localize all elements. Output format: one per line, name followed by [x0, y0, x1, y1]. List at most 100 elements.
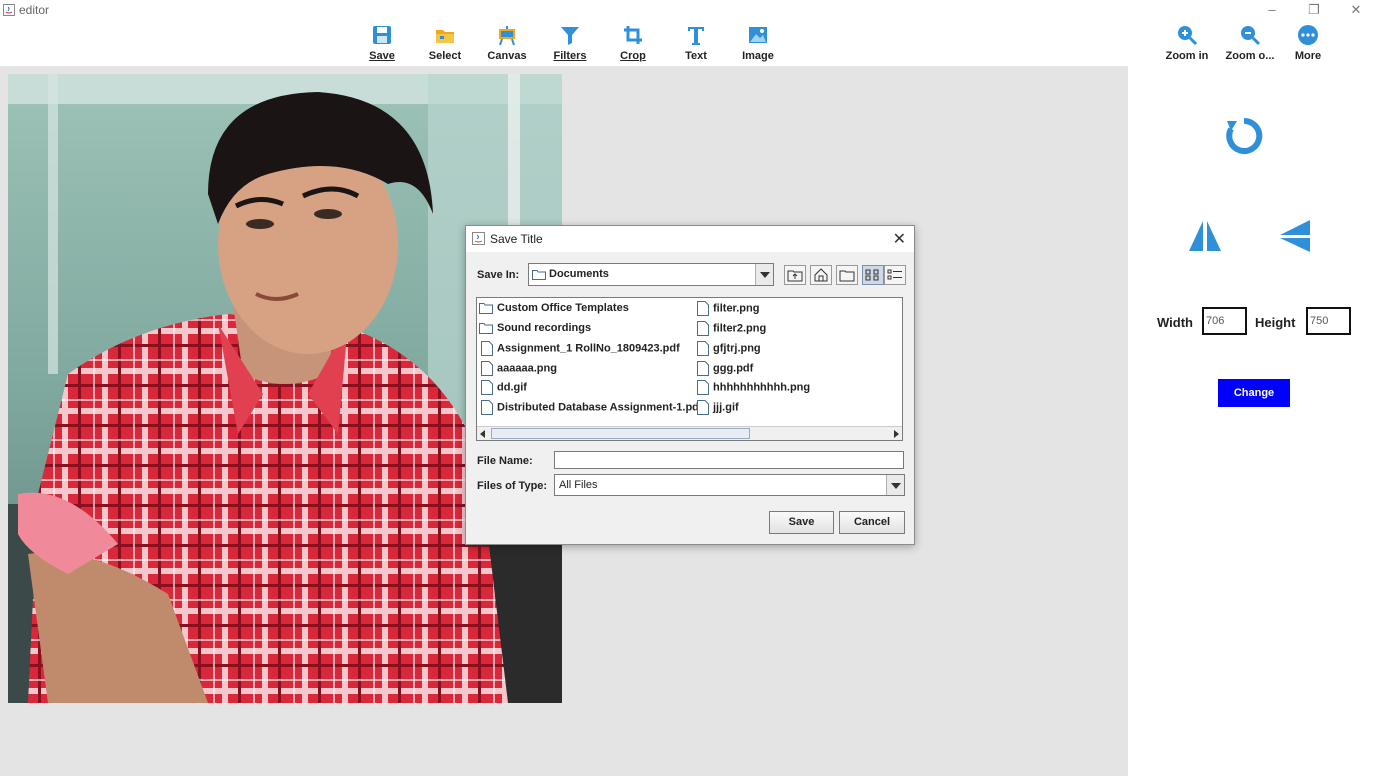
scroll-right-icon[interactable]: [894, 430, 899, 438]
home-button[interactable]: [810, 265, 832, 285]
change-button[interactable]: Change: [1218, 379, 1290, 407]
title-bar: editor – ❐ ✕: [0, 0, 1380, 20]
horizontal-scrollbar[interactable]: [477, 426, 902, 440]
save-icon: [373, 26, 391, 44]
flip-horizontal-icon[interactable]: [1188, 219, 1222, 253]
toolbar: Save Select Canvas Filters Crop Text Ima…: [0, 20, 1380, 66]
right-panel: Width 706 Height 750 Change: [1128, 66, 1380, 776]
file-icon: [697, 380, 709, 395]
list-item[interactable]: hhhhhhhhhhh.png: [697, 380, 810, 398]
files-of-type-value: All Files: [559, 479, 598, 491]
list-item[interactable]: Custom Office Templates: [479, 302, 629, 320]
details-view-button[interactable]: [884, 265, 906, 285]
details-view-icon: [887, 269, 902, 280]
text-tool-label: Text: [685, 50, 707, 62]
list-item[interactable]: gfjtrj.png: [697, 341, 761, 359]
new-folder-icon: [839, 270, 855, 282]
folder-icon: [479, 303, 493, 315]
dialog-title: Save Title: [490, 232, 543, 246]
width-label: Width: [1157, 315, 1193, 330]
dialog-close-icon[interactable]: ✕: [893, 229, 906, 249]
file-icon: [697, 321, 709, 336]
zoom-out-icon: [1241, 26, 1261, 46]
filters-tool-button[interactable]: Filters: [539, 20, 601, 66]
file-name-label: File Name:: [477, 455, 533, 467]
home-icon: [814, 268, 828, 282]
save-in-label: Save In:: [477, 269, 520, 281]
save-in-combo[interactable]: Documents: [528, 263, 774, 286]
width-input[interactable]: 706: [1202, 307, 1247, 335]
image-tool-label: Image: [742, 50, 774, 62]
list-view-icon: [865, 269, 879, 281]
close-window-button[interactable]: ✕: [1342, 1, 1370, 19]
canvas-tool-label: Canvas: [487, 50, 527, 62]
file-icon: [697, 361, 709, 376]
zoom-in-icon: [1178, 26, 1198, 46]
file-icon: [481, 400, 493, 415]
scroll-thumb[interactable]: [491, 428, 750, 439]
crop-icon: [624, 26, 642, 44]
java-dialog-icon: [472, 232, 485, 245]
zoom-out-label: Zoom o...: [1225, 50, 1275, 62]
file-icon: [481, 341, 493, 356]
save-button[interactable]: Save: [769, 511, 834, 534]
dialog-title-bar: Save Title ✕: [466, 226, 914, 252]
cancel-button[interactable]: Cancel: [839, 511, 905, 534]
save-tool-label: Save: [369, 50, 395, 62]
image-icon: [749, 27, 767, 43]
list-view-button[interactable]: [862, 265, 884, 285]
canvas-tool-button[interactable]: Canvas: [476, 20, 538, 66]
list-item[interactable]: filter2.png: [697, 321, 766, 339]
more-label: More: [1294, 50, 1322, 62]
new-folder-button[interactable]: [836, 265, 858, 285]
image-tool-button[interactable]: Image: [727, 20, 789, 66]
list-item[interactable]: Assignment_1 RollNo_1809423.pdf: [481, 341, 680, 359]
filter-icon: [561, 27, 579, 45]
list-item[interactable]: Distributed Database Assignment-1.pdf: [481, 400, 703, 418]
minimize-button[interactable]: –: [1258, 1, 1286, 19]
maximize-button[interactable]: ❐: [1300, 1, 1328, 19]
files-of-type-dropdown-arrow[interactable]: [886, 475, 904, 495]
crop-tool-label: Crop: [620, 50, 646, 62]
folder-small-icon: [532, 270, 546, 280]
file-icon: [481, 380, 493, 395]
save-tool-button[interactable]: Save: [351, 20, 413, 66]
list-item[interactable]: ggg.pdf: [697, 361, 753, 379]
text-tool-button[interactable]: Text: [665, 20, 727, 66]
folder-icon: [479, 323, 493, 335]
list-item[interactable]: jjj.gif: [697, 400, 739, 418]
flip-vertical-icon[interactable]: [1278, 219, 1312, 253]
zoom-in-button[interactable]: Zoom in: [1156, 20, 1218, 66]
file-list[interactable]: Custom Office Templates Sound recordings…: [476, 297, 903, 441]
zoom-in-label: Zoom in: [1165, 50, 1209, 62]
save-dialog: Save Title ✕ Save In: Documents Custom O…: [465, 225, 915, 545]
file-icon: [481, 361, 493, 376]
zoom-out-button[interactable]: Zoom o...: [1219, 20, 1281, 66]
file-icon: [697, 400, 709, 415]
list-item[interactable]: filter.png: [697, 301, 759, 319]
scroll-left-icon[interactable]: [480, 430, 485, 438]
crop-tool-button[interactable]: Crop: [602, 20, 664, 66]
list-item[interactable]: aaaaaa.png: [481, 361, 557, 379]
canvas-icon: [499, 26, 515, 46]
file-icon: [697, 341, 709, 356]
height-input[interactable]: 750: [1306, 307, 1351, 335]
up-folder-icon: [787, 270, 803, 282]
rotate-icon[interactable]: [1225, 117, 1263, 155]
select-tool-button[interactable]: Select: [414, 20, 476, 66]
list-item[interactable]: Sound recordings: [479, 322, 591, 340]
editor-window: editor – ❐ ✕ Save Select Canvas Filters …: [0, 0, 1380, 776]
more-button[interactable]: More: [1277, 20, 1339, 66]
up-folder-button[interactable]: [784, 265, 806, 285]
files-of-type-label: Files of Type:: [477, 480, 548, 492]
save-in-dropdown-arrow[interactable]: [755, 264, 773, 285]
files-of-type-combo[interactable]: All Files: [554, 474, 905, 496]
text-icon: [688, 27, 704, 45]
file-name-input[interactable]: [554, 451, 904, 469]
java-app-icon: [3, 4, 15, 16]
list-item[interactable]: dd.gif: [481, 380, 527, 398]
filters-tool-label: Filters: [553, 50, 587, 62]
folder-icon: [436, 30, 454, 43]
height-label: Height: [1255, 315, 1296, 330]
window-title: editor: [19, 3, 50, 17]
